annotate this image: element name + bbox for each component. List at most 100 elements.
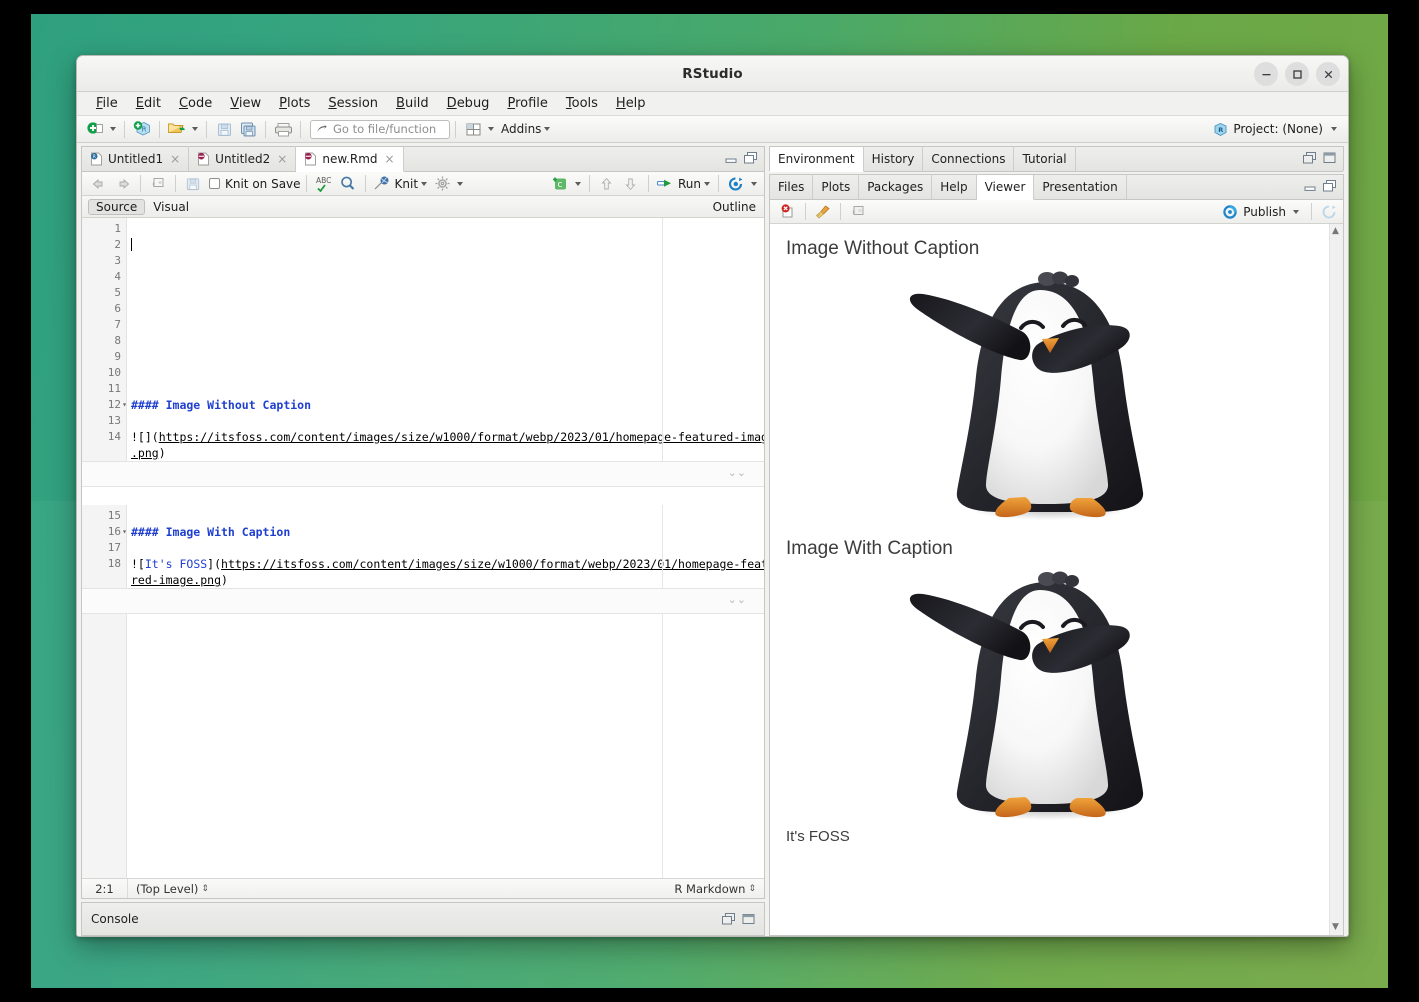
menu-view[interactable]: View bbox=[221, 94, 270, 113]
console-pane[interactable]: Console bbox=[81, 902, 765, 936]
tab-tutorial[interactable]: Tutorial bbox=[1014, 146, 1075, 171]
editor-settings-button[interactable] bbox=[430, 173, 454, 194]
menu-file[interactable]: File bbox=[87, 94, 127, 113]
scope-selector[interactable]: (Top Level) ⇕ bbox=[128, 879, 666, 898]
new-file-button[interactable] bbox=[83, 119, 107, 140]
menu-tools[interactable]: Tools bbox=[557, 94, 607, 113]
editor-tab-close-icon[interactable]: × bbox=[385, 152, 395, 166]
editor-tab-new-rmd[interactable]: new.Rmd × bbox=[296, 147, 403, 172]
minimize-pane-icon[interactable] bbox=[1302, 151, 1317, 165]
open-file-dropdown[interactable] bbox=[189, 119, 201, 139]
rerun-button[interactable] bbox=[724, 173, 748, 194]
code-editor[interactable]: 1 2 3 4 5 6 7 8 9 10 bbox=[82, 218, 764, 878]
run-label[interactable]: Run bbox=[678, 177, 701, 191]
save-all-button[interactable] bbox=[236, 119, 260, 140]
menu-build[interactable]: Build bbox=[387, 94, 438, 113]
project-selector[interactable]: R Project: (None) bbox=[1213, 119, 1340, 139]
scope-spinner-icon[interactable]: ⇕ bbox=[201, 884, 209, 894]
tab-plots[interactable]: Plots bbox=[813, 174, 859, 199]
knit-on-save-checkbox[interactable] bbox=[209, 178, 220, 189]
forward-button[interactable] bbox=[111, 173, 135, 194]
tab-packages[interactable]: Packages bbox=[859, 174, 932, 199]
scroll-down-arrow-icon[interactable]: ▼ bbox=[1332, 923, 1339, 932]
menu-session[interactable]: Session bbox=[319, 94, 387, 113]
filetype-spinner-icon[interactable]: ⇕ bbox=[748, 884, 756, 894]
chevron-double-down-icon[interactable]: ⌄⌄ bbox=[728, 467, 746, 478]
back-button[interactable] bbox=[87, 173, 111, 194]
editor-tab-untitled2[interactable]: Untitled2 × bbox=[189, 146, 296, 171]
open-file-button[interactable] bbox=[165, 119, 189, 140]
rerun-dropdown[interactable] bbox=[748, 174, 760, 194]
code-text-block-1[interactable]: #### Image Without Caption ![](https://i… bbox=[127, 218, 764, 461]
mode-tab-visual[interactable]: Visual bbox=[145, 199, 197, 215]
print-button[interactable] bbox=[271, 119, 295, 140]
maximize-button[interactable] bbox=[1285, 62, 1309, 86]
tab-viewer[interactable]: Viewer bbox=[977, 175, 1035, 200]
tab-connections[interactable]: Connections bbox=[923, 146, 1014, 171]
run-dropdown[interactable] bbox=[701, 174, 713, 194]
next-chunk-button[interactable] bbox=[619, 173, 643, 194]
run-icon-wrap[interactable] bbox=[654, 173, 678, 194]
save-button[interactable] bbox=[212, 119, 236, 140]
minimize-button[interactable] bbox=[1254, 62, 1278, 86]
chevron-double-down-icon[interactable]: ⌄⌄ bbox=[728, 594, 746, 605]
tab-files[interactable]: Files bbox=[770, 174, 813, 199]
fold-toggle-icon[interactable]: ▾ bbox=[119, 528, 127, 536]
maximize-pane-icon[interactable] bbox=[1322, 179, 1337, 193]
refresh-icon[interactable] bbox=[1321, 204, 1338, 220]
insert-chunk-dropdown[interactable] bbox=[572, 174, 584, 194]
viewer-stop-button[interactable] bbox=[776, 201, 800, 222]
pane-layout-dropdown[interactable] bbox=[485, 119, 497, 139]
viewer-clear-button[interactable] bbox=[811, 201, 835, 222]
menu-code[interactable]: Code bbox=[170, 94, 221, 113]
minimize-pane-icon[interactable] bbox=[1303, 179, 1317, 193]
publish-icon[interactable] bbox=[1222, 204, 1239, 220]
tab-history[interactable]: History bbox=[864, 146, 924, 171]
new-project-button[interactable]: R bbox=[130, 119, 154, 140]
minimize-pane-icon[interactable] bbox=[721, 912, 736, 926]
close-button[interactable] bbox=[1316, 62, 1340, 86]
prev-chunk-button[interactable] bbox=[595, 173, 619, 194]
menu-help[interactable]: Help bbox=[607, 94, 655, 113]
goto-file-function-input[interactable]: Go to file/function bbox=[310, 120, 450, 139]
popout-source-button[interactable] bbox=[146, 173, 170, 194]
knit-on-save-toggle[interactable]: Knit on Save bbox=[209, 177, 301, 191]
editor-tab-close-icon[interactable]: × bbox=[170, 152, 180, 166]
menu-debug[interactable]: Debug bbox=[438, 94, 499, 113]
tab-presentation[interactable]: Presentation bbox=[1034, 174, 1126, 199]
fold-toggle-icon[interactable]: ▾ bbox=[119, 401, 127, 409]
editor-save-button[interactable] bbox=[181, 173, 205, 194]
menu-edit[interactable]: Edit bbox=[127, 94, 170, 113]
pane-layout-button[interactable] bbox=[461, 119, 485, 140]
viewer-popout-button[interactable] bbox=[846, 201, 870, 222]
new-file-dropdown[interactable] bbox=[107, 119, 119, 139]
editor-settings-dropdown[interactable] bbox=[454, 174, 466, 194]
find-replace-button[interactable] bbox=[336, 173, 360, 194]
publish-label[interactable]: Publish bbox=[1243, 205, 1286, 219]
spellcheck-button[interactable]: ABC bbox=[312, 173, 336, 194]
publish-dropdown[interactable] bbox=[1290, 202, 1302, 222]
filetype-selector[interactable]: R Markdown ⇕ bbox=[666, 882, 764, 896]
maximize-pane-icon[interactable] bbox=[1322, 151, 1337, 165]
editor-tab-close-icon[interactable]: × bbox=[277, 152, 287, 166]
mode-tab-source[interactable]: Source bbox=[88, 199, 145, 215]
outline-toggle[interactable]: Outline bbox=[696, 200, 756, 214]
insert-chunk-button[interactable]: c bbox=[548, 173, 572, 194]
project-dropdown-caret[interactable] bbox=[1328, 119, 1340, 139]
code-text-block-2[interactable]: #### Image With Caption ![It's FOSS](htt… bbox=[127, 505, 764, 588]
maximize-pane-icon[interactable] bbox=[743, 151, 758, 165]
viewer-scrollbar[interactable]: ▲ ▼ bbox=[1329, 224, 1343, 935]
code-empty-area[interactable] bbox=[127, 614, 764, 878]
menu-plots[interactable]: Plots bbox=[270, 94, 319, 113]
minimize-pane-icon[interactable] bbox=[724, 151, 738, 165]
knit-label[interactable]: Knit bbox=[395, 177, 419, 191]
knit-icon-wrap[interactable] bbox=[371, 173, 395, 194]
tab-help[interactable]: Help bbox=[932, 174, 976, 199]
maximize-pane-icon[interactable] bbox=[741, 912, 756, 926]
editor-tab-untitled1[interactable]: R Untitled1 × bbox=[82, 146, 189, 171]
tab-environment[interactable]: Environment bbox=[770, 147, 864, 172]
knit-dropdown[interactable] bbox=[418, 174, 430, 194]
addins-label[interactable]: Addins bbox=[501, 122, 541, 136]
scroll-up-arrow-icon[interactable]: ▲ bbox=[1332, 227, 1339, 236]
menu-profile[interactable]: Profile bbox=[498, 94, 556, 113]
